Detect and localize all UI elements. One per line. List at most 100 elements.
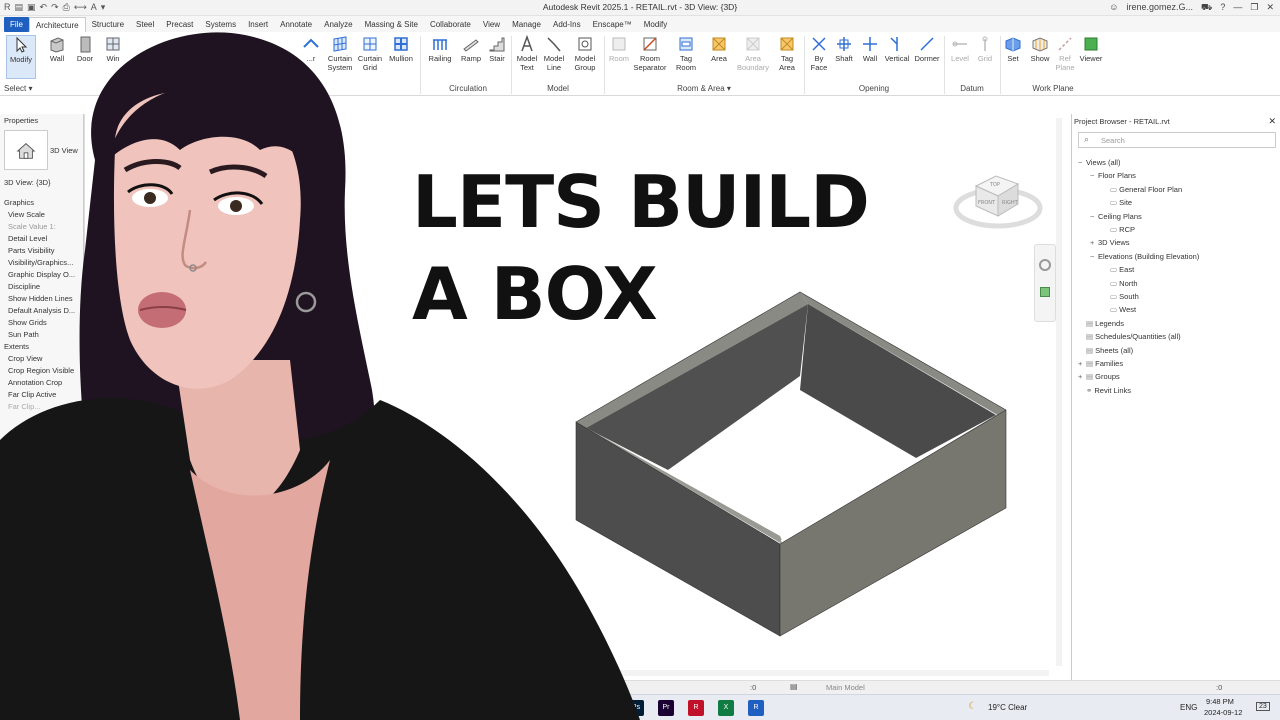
browser-item[interactable]: ▤ Legends xyxy=(1078,319,1124,328)
browser-item[interactable]: ▭ Site xyxy=(1102,198,1132,207)
browser-item[interactable]: ▭ East xyxy=(1102,265,1134,274)
dormer-button[interactable]: Dormer xyxy=(912,35,942,64)
grid-icon xyxy=(982,36,988,51)
browser-item[interactable]: + ▤ Families xyxy=(1078,359,1123,368)
tab-modify[interactable]: Modify xyxy=(638,17,674,32)
expand-icon[interactable]: + xyxy=(1078,372,1086,381)
area-boundary-button[interactable]: Area Boundary xyxy=(734,35,772,72)
browser-search-box[interactable]: ⌕ Search xyxy=(1078,132,1276,148)
browser-item[interactable]: ▭ North xyxy=(1102,279,1138,288)
steering-wheel-icon[interactable] xyxy=(1039,259,1051,271)
browser-item[interactable]: +3D Views xyxy=(1090,238,1130,247)
viewer-label: Viewer xyxy=(1079,54,1103,63)
browser-item-label: Families xyxy=(1095,359,1124,368)
viewer-button[interactable]: Viewer xyxy=(1076,35,1106,64)
weather-text[interactable]: 19°C Clear xyxy=(988,703,1027,712)
active-workset[interactable]: Main Model xyxy=(826,683,865,692)
browser-item[interactable]: − Views (all) xyxy=(1078,158,1120,167)
opening-panel-label: Opening xyxy=(858,84,890,93)
tree-node-icon: ▭ xyxy=(1110,292,1120,301)
close-button[interactable]: ✕ xyxy=(1266,2,1274,14)
help-icon[interactable]: ? xyxy=(1220,2,1225,14)
taskbar-app-icon[interactable]: Pr xyxy=(658,700,674,716)
tag-area-button[interactable]: Tag Area xyxy=(772,35,802,72)
zoom-icon[interactable] xyxy=(1040,287,1050,297)
collapse-icon[interactable]: − xyxy=(1090,252,1098,261)
browser-close-icon[interactable]: ✕ xyxy=(1268,116,1276,127)
browser-item[interactable]: ▭ West xyxy=(1102,305,1136,314)
viewcube-front-label: FRONT xyxy=(978,200,996,206)
wall-opening-icon xyxy=(863,37,877,51)
wall-opening-button[interactable]: Wall xyxy=(855,35,885,64)
collapse-icon[interactable]: − xyxy=(1090,212,1098,221)
restore-button[interactable]: ❐ xyxy=(1250,2,1258,14)
grid-button[interactable]: Grid xyxy=(970,35,1000,64)
area-label: Area xyxy=(711,54,727,63)
language-indicator[interactable]: ENG xyxy=(1180,703,1197,712)
project-browser: Project Browser - RETAIL.rvt ✕ ⌕ Search … xyxy=(1071,114,1280,680)
tag-room-label: Tag Room xyxy=(675,54,696,72)
browser-item[interactable]: ▤ Sheets (all) xyxy=(1078,346,1133,355)
level-icon xyxy=(952,41,967,47)
browser-item[interactable]: ▭ General Floor Plan xyxy=(1102,185,1182,194)
vertical-scrollbar[interactable] xyxy=(1056,118,1062,666)
selection-count: :0 xyxy=(750,683,757,692)
by-face-icon xyxy=(812,37,826,51)
notification-badge[interactable]: 23 xyxy=(1256,702,1270,711)
user-name[interactable]: irene.gomez.G... xyxy=(1127,2,1194,14)
browser-item[interactable]: ▤ Schedules/Quantities (all) xyxy=(1078,332,1181,341)
viewcube[interactable]: TOP FRONT RIGHT xyxy=(950,164,1046,240)
weather-icon[interactable]: ☾ xyxy=(968,701,977,712)
status-bar: :0 ▤ Main Model :0 xyxy=(600,680,1280,694)
datum-panel-label: Datum xyxy=(960,84,984,93)
tree-node-icon: ▤ xyxy=(1086,359,1096,368)
minimize-button[interactable]: — xyxy=(1233,2,1242,14)
clock-date[interactable]: 2024-09-12 xyxy=(1204,708,1242,717)
clock-time[interactable]: 9:48 PM xyxy=(1206,697,1234,706)
search-icon: ⌕ xyxy=(1084,134,1090,144)
browser-item[interactable]: − Floor Plans xyxy=(1090,171,1136,180)
browser-item[interactable]: ▭ RCP xyxy=(1102,225,1135,234)
vertical-button[interactable]: Vertical xyxy=(882,35,912,64)
set-button[interactable]: Set xyxy=(998,35,1028,64)
browser-item-label: North xyxy=(1119,278,1138,288)
collapse-icon[interactable]: − xyxy=(1090,171,1098,180)
browser-item-label: West xyxy=(1119,305,1137,315)
taskbar-apps: Ps Pr R X R xyxy=(628,700,764,716)
browser-item-label: Floor Plans xyxy=(1098,171,1136,181)
browser-item-label: Elevations (Building Elevation) xyxy=(1098,251,1200,261)
set-work-plane-icon xyxy=(1005,37,1021,52)
by-face-label: By Face xyxy=(810,54,828,72)
collapse-icon[interactable]: − xyxy=(1078,158,1086,167)
browser-item[interactable]: − Elevations (Building Elevation) xyxy=(1090,252,1199,261)
browser-item-label: East xyxy=(1119,265,1135,275)
browser-item-label: General Floor Plan xyxy=(1119,184,1183,194)
browser-item[interactable]: ⚭ Revit Links xyxy=(1078,386,1131,395)
browser-item[interactable]: + ▤ Groups xyxy=(1078,372,1120,381)
taskbar-app-icon[interactable]: X xyxy=(718,700,734,716)
expand-icon[interactable]: + xyxy=(1090,238,1098,247)
tree-node-icon: ▭ xyxy=(1110,184,1120,194)
taskbar-app-icon[interactable]: R xyxy=(688,700,704,716)
tag-room-button[interactable]: Tag Room xyxy=(671,35,701,72)
area-button[interactable]: Area xyxy=(704,35,734,64)
set-label: Set xyxy=(1007,54,1019,63)
tag-room-icon xyxy=(679,37,693,51)
browser-item[interactable]: ▭ South xyxy=(1102,292,1139,301)
lips xyxy=(138,292,186,328)
show-label: Show xyxy=(1030,54,1050,63)
expand-icon[interactable]: + xyxy=(1078,359,1086,368)
viewer-icon xyxy=(1084,37,1098,51)
shaft-icon xyxy=(837,37,851,51)
browser-item-label: Groups xyxy=(1095,372,1120,382)
workset-icon[interactable]: ▤ xyxy=(790,682,798,691)
black-top xyxy=(0,398,640,720)
grid-label: Grid xyxy=(977,54,993,63)
project-browser-title: Project Browser - RETAIL.rvt xyxy=(1074,117,1170,126)
taskbar-app-icon[interactable]: R xyxy=(748,700,764,716)
vertical-label: Vertical xyxy=(884,54,910,63)
user-icon[interactable]: ☺ xyxy=(1109,2,1118,14)
browser-item[interactable]: − Ceiling Plans xyxy=(1090,212,1142,221)
cart-icon[interactable]: ⛟ xyxy=(1201,2,1212,14)
vertical-icon xyxy=(890,37,898,51)
